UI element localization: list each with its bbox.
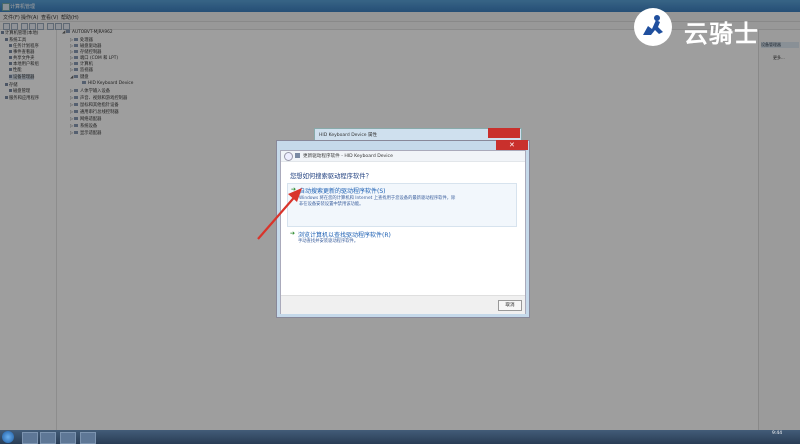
window-taskbar-icon[interactable] [80, 432, 96, 444]
close-button[interactable]: ✕ [496, 140, 528, 150]
dialog-nav-title: 更新驱动程序软件 - HID Keyboard Device [303, 154, 393, 159]
auto-search-title: 自动搜索更新的驱动程序软件(S) [299, 188, 386, 195]
browse-title: 浏览计算机以查找驱动程序软件(R) [298, 232, 391, 239]
dialog-nav-bar: 更新驱动程序软件 - HID Keyboard Device [281, 151, 525, 162]
knight-logo-icon [634, 8, 672, 46]
watermark-logo: 云骑士 [634, 8, 764, 48]
auto-search-option[interactable]: ➔ 自动搜索更新的驱动程序软件(S) Windows 将在您的计算机和 Inte… [287, 183, 517, 227]
properties-close-button[interactable] [488, 128, 520, 138]
device-icon [295, 153, 300, 158]
update-driver-dialog: 更新驱动程序软件 - HID Keyboard Device 您想如何搜索驱动程… [280, 150, 526, 314]
browse-option[interactable]: ➔ 浏览计算机以查找驱动程序软件(R) 手动查找并安装驱动程序软件。 [287, 229, 515, 249]
computer-management-taskbar-icon[interactable] [60, 432, 76, 444]
close-icon: ✕ [509, 141, 515, 149]
annotation-arrow [257, 188, 302, 240]
media-icon[interactable] [40, 432, 56, 444]
explorer-icon[interactable] [22, 432, 38, 444]
properties-dialog-title: HID Keyboard Device 属性 [319, 133, 378, 138]
dialog-question: 您想如何搜索驱动程序软件？ [290, 173, 372, 180]
start-button[interactable] [2, 431, 14, 443]
logo-text: 云骑士 [684, 20, 759, 48]
clock[interactable]: 9:44 [772, 431, 782, 436]
cancel-button[interactable]: 取消 [498, 300, 522, 311]
back-arrow-icon[interactable] [284, 152, 293, 161]
taskbar: 9:44 [0, 430, 800, 444]
dialog-footer: 取消 [281, 295, 525, 314]
